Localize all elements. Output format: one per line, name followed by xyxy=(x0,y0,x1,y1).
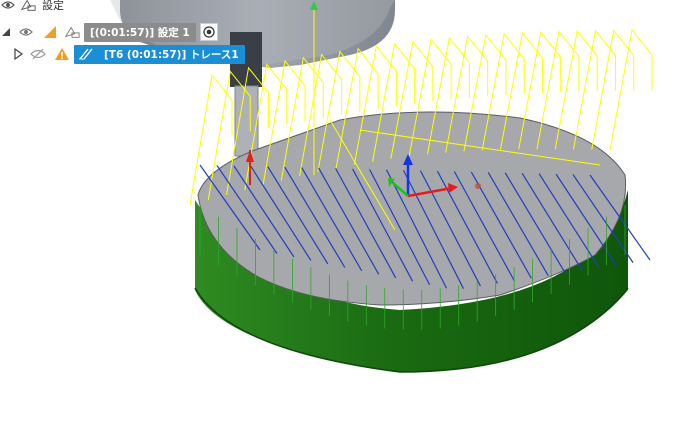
setup-chip[interactable]: [(0:01:57)] 設定 1 xyxy=(84,22,196,42)
eye-icon[interactable] xyxy=(0,0,16,13)
expand-down-icon[interactable] xyxy=(0,24,12,40)
warning-icon xyxy=(54,46,70,62)
operation-chip[interactable]: [T6 (0:01:57)] トレース1 xyxy=(74,44,245,64)
setup-folder-icon xyxy=(64,24,80,40)
eye-icon[interactable] xyxy=(18,24,34,40)
toolpath-pass xyxy=(572,29,616,150)
setup-type-icon xyxy=(42,24,58,40)
toolpath-pass xyxy=(609,28,653,151)
browser-setup-row[interactable]: [(0:01:57)] 設定 1 xyxy=(0,21,218,43)
eye-hidden-icon[interactable] xyxy=(30,46,46,62)
toolpath-pass xyxy=(591,29,635,150)
trace-operation-icon xyxy=(78,46,94,62)
expand-right-icon[interactable] xyxy=(12,46,24,62)
operation-label: [T6 (0:01:57)] トレース1 xyxy=(104,48,239,61)
browser-root-label: 設定 xyxy=(42,0,64,12)
setup-label: [(0:01:57)] 設定 1 xyxy=(90,26,190,39)
activate-radio-icon[interactable] xyxy=(199,23,218,41)
browser-operation-row[interactable]: [T6 (0:01:57)] トレース1 xyxy=(0,43,245,65)
setup-folder-icon xyxy=(20,0,36,13)
browser-root-row[interactable]: 設定 xyxy=(0,0,64,16)
